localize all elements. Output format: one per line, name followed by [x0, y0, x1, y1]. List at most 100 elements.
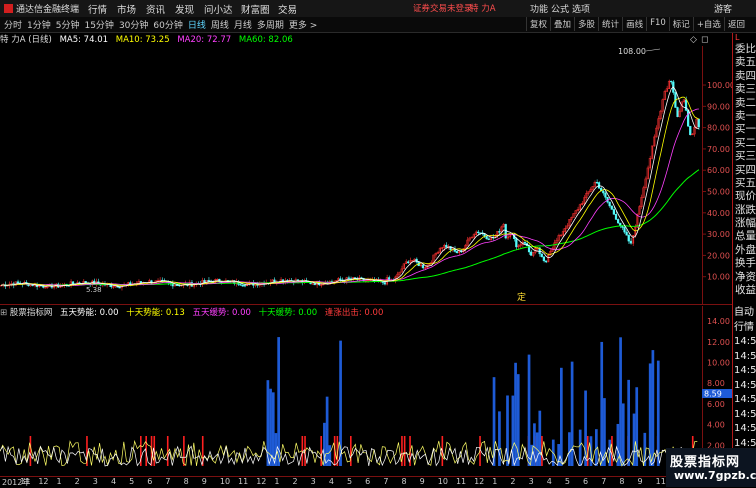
back-button[interactable]: 返回 [723, 17, 748, 31]
menu-discover[interactable]: 发现 [175, 2, 204, 16]
tab-30min[interactable]: 30分钟 [119, 18, 148, 31]
tab-1min[interactable]: 1分钟 [27, 18, 51, 31]
price-tick-label: 40.00 [707, 209, 730, 218]
date-tick-label: 10 [437, 477, 448, 486]
f10-button[interactable]: F10 [646, 17, 669, 31]
tab-intraday[interactable]: 分时 [4, 18, 22, 31]
date-tick-label: 11 [20, 477, 31, 486]
signal-bar [29, 436, 32, 466]
side-item-9[interactable]: 买四 [733, 164, 756, 177]
side-item-11[interactable]: 现价 [733, 190, 756, 203]
tab-60min[interactable]: 60分钟 [153, 18, 182, 31]
side-item-12[interactable]: 涨跌 [733, 204, 756, 217]
tab-weekly[interactable]: 周线 [211, 18, 229, 31]
side-item-3[interactable]: 卖三 [733, 83, 756, 96]
tick-item-7: 14:55 [734, 408, 756, 420]
side-item-7[interactable]: 买二 [733, 137, 756, 150]
tab-multi-period[interactable]: 多周期 [257, 18, 284, 31]
date-tick-label: 3 [528, 477, 534, 486]
candle [421, 264, 425, 269]
side-item-18[interactable]: 收益 [733, 284, 756, 297]
candle [595, 181, 599, 184]
signal-bar [320, 436, 322, 466]
side-item-15[interactable]: 外盘 [733, 244, 756, 257]
candle [485, 235, 488, 240]
side-item-1[interactable]: 卖五 [733, 56, 756, 69]
menu-quotes[interactable]: 行情 [88, 2, 117, 16]
tab-more[interactable]: 更多 > [289, 18, 317, 31]
side-item-5[interactable]: 卖一 [733, 110, 756, 123]
date-tick-label: 12 [38, 477, 49, 486]
candle [175, 284, 179, 286]
candle [597, 182, 601, 189]
tick-item-8: 14:55 [734, 423, 756, 434]
draw-line-button[interactable]: 画线 [622, 17, 646, 31]
date-tick-label: 7 [165, 477, 171, 486]
candle [623, 227, 626, 233]
statistics-button[interactable]: 统计 [598, 17, 622, 31]
menu-formula[interactable]: 公式 [551, 2, 572, 15]
tab-5min[interactable]: 5分钟 [56, 18, 80, 31]
menu-market[interactable]: 市场 [117, 2, 146, 16]
candle [617, 219, 620, 224]
level-badge: L [735, 33, 740, 42]
candle [542, 256, 546, 262]
guest-user[interactable]: 游客 [714, 2, 732, 15]
sub-tick-label: 10.00 [707, 359, 730, 368]
momentum-bar [578, 429, 582, 466]
side-item-13[interactable]: 涨幅 [733, 217, 756, 230]
candle [243, 285, 246, 287]
side-item-0[interactable]: 委比 [733, 43, 756, 56]
date-tick-label: 4 [546, 477, 552, 486]
restore-rights-button[interactable]: 复权 [526, 17, 550, 31]
date-tick-label: 5 [564, 477, 570, 486]
price-chart[interactable]: 100.00 90.00 80.00 70.00 60.00 50.00 40.00 30.0… [0, 46, 732, 305]
price-tick-label: 30.00 [707, 230, 730, 239]
menu-trade[interactable]: 交易 [278, 2, 307, 16]
sub-tick-label: 12.00 [707, 338, 730, 347]
side-item-6[interactable]: 买一 [733, 123, 756, 136]
menu-functions[interactable]: 功能 [530, 2, 551, 15]
tab-daily[interactable]: 日线 [188, 18, 206, 31]
candle [455, 251, 459, 254]
menu-options[interactable]: 选项 [572, 2, 593, 15]
date-axis: 2012年 11 12 1 2 3 4 5 6 7 8 9 10 11 12 1 2 3 4 5 6 7 8 9 10 11 12 1… [0, 476, 700, 488]
menu-news[interactable]: 资讯 [146, 2, 175, 16]
side-item-2[interactable]: 卖四 [733, 70, 756, 83]
tick-item-5: 14:55 [734, 379, 756, 391]
candle [347, 277, 350, 279]
menu-wealth[interactable]: 财富圈 [241, 2, 278, 16]
indicator-chart[interactable]: 14.0012.0010.008.006.004.002.00 8.59 [0, 306, 732, 476]
close-icon[interactable]: ◻ [701, 35, 708, 45]
right-menu: 功能 公式 选项 [530, 2, 593, 15]
candle [383, 282, 386, 285]
tab-15min[interactable]: 15分钟 [84, 18, 113, 31]
date-tick-label: 4 [328, 477, 334, 486]
candle [203, 280, 206, 283]
momentum-bar [627, 379, 630, 466]
date-tick-label: 10 [219, 477, 231, 486]
candle [608, 201, 611, 207]
add-watchlist-button[interactable]: +自选 [692, 17, 724, 31]
side-item-17[interactable]: 净资 [733, 271, 756, 284]
multi-stock-button[interactable]: 多股 [574, 17, 598, 31]
diamond-icon[interactable]: ◇ [690, 35, 697, 45]
mark-button[interactable]: 标记 [668, 17, 693, 31]
candle [477, 231, 480, 234]
login-notice[interactable]: 证券交易未登录 [413, 2, 473, 14]
side-item-4[interactable]: 卖二 [733, 97, 756, 110]
candle [610, 205, 613, 210]
overlay-button[interactable]: 叠加 [550, 17, 574, 31]
tab-monthly[interactable]: 月线 [234, 18, 252, 31]
date-tick-label: 1 [492, 477, 498, 486]
menu-ask[interactable]: 问小达 [204, 2, 241, 16]
date-tick-label: 8 [401, 477, 407, 486]
candle [604, 192, 607, 198]
side-item-8[interactable]: 买三 [733, 150, 756, 163]
price-tick-label: 50.00 [707, 188, 730, 197]
tick-item-1: 行情 [734, 321, 754, 333]
side-item-10[interactable]: 买五 [733, 177, 756, 190]
side-item-16[interactable]: 换手 [733, 257, 756, 270]
side-item-14[interactable]: 总量 [733, 230, 756, 243]
tick-item-2: 14:55 [734, 336, 756, 347]
